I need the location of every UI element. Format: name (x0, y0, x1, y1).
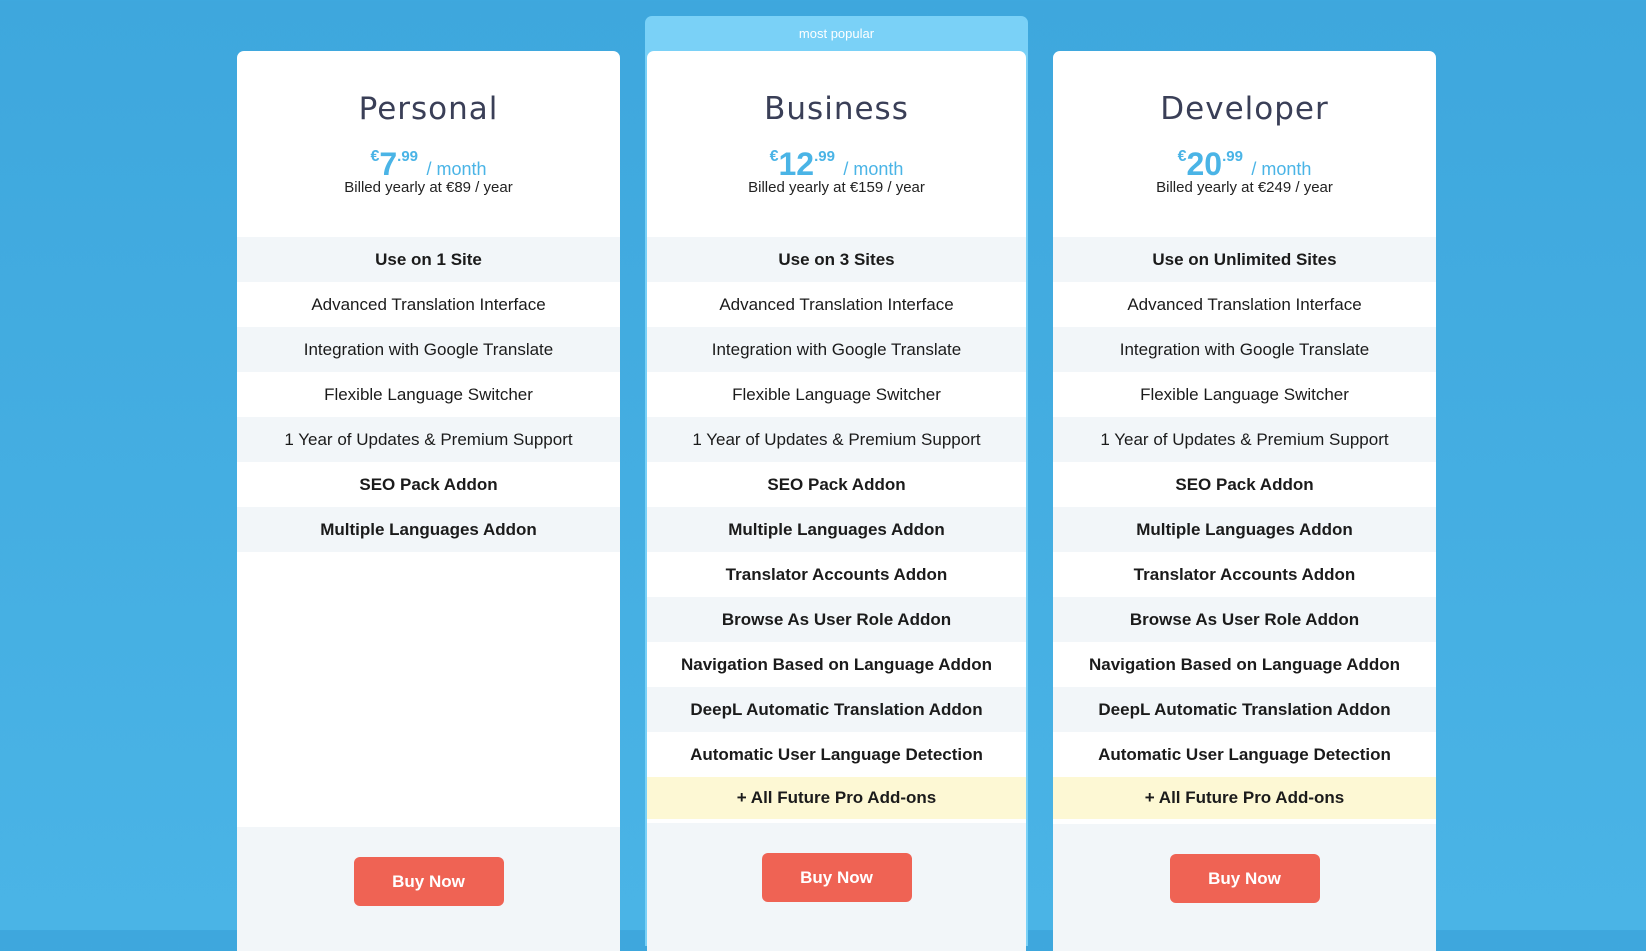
feature-row: Integration with Google Translate (237, 327, 620, 372)
feature-row: DeepL Automatic Translation Addon (1053, 687, 1436, 732)
feature-row: Use on Unlimited Sites (1053, 237, 1436, 282)
feature-row: Automatic User Language Detection (647, 732, 1026, 777)
plan-price: €12.99 / month (647, 137, 1026, 182)
card-footer: Buy Now (237, 827, 620, 951)
feature-row: Use on 1 Site (237, 237, 620, 282)
most-popular-wrapper: most popular Business €12.99 / month Bil… (645, 16, 1028, 951)
price-decimal: .99 (814, 148, 835, 165)
feature-row: SEO Pack Addon (1053, 462, 1436, 507)
plan-price: €20.99 / month (1053, 137, 1436, 182)
price-period: / month (1251, 159, 1312, 179)
feature-list: Use on Unlimited Sites Advanced Translati… (1053, 237, 1436, 819)
plan-name: Personal (358, 91, 499, 127)
feature-row: Advanced Translation Interface (1053, 282, 1436, 327)
price-period: / month (426, 159, 487, 179)
price-integer: 12 (778, 146, 815, 182)
buy-now-button[interactable]: Buy Now (353, 857, 504, 906)
feature-row: Flexible Language Switcher (1053, 372, 1436, 417)
feature-row: Navigation Based on Language Addon (1053, 642, 1436, 687)
pricing-card-developer: Developer €20.99 / month Billed yearly a… (1053, 51, 1436, 951)
feature-row: Navigation Based on Language Addon (647, 642, 1026, 687)
price-integer: 7 (379, 146, 398, 182)
card-header: Personal €7.99 / month Billed yearly at … (237, 51, 620, 237)
feature-row: Browse As User Role Addon (647, 597, 1026, 642)
buy-now-button[interactable]: Buy Now (761, 853, 912, 902)
feature-row: Multiple Languages Addon (647, 507, 1026, 552)
most-popular-badge: most popular (798, 26, 875, 41)
feature-row: Integration with Google Translate (647, 327, 1026, 372)
price-decimal: .99 (1222, 148, 1243, 165)
feature-row: SEO Pack Addon (237, 462, 620, 507)
pricing-card-business: Business €12.99 / month Billed yearly at… (647, 51, 1026, 951)
future-addons-row: + All Future Pro Add-ons (647, 777, 1026, 819)
buy-now-button[interactable]: Buy Now (1169, 854, 1320, 903)
feature-row: Flexible Language Switcher (237, 372, 620, 417)
feature-row: DeepL Automatic Translation Addon (647, 687, 1026, 732)
feature-row: Advanced Translation Interface (237, 282, 620, 327)
plan-name: Developer (1160, 91, 1329, 127)
card-footer: Buy Now (1053, 824, 1436, 951)
feature-list: Use on 1 Site Advanced Translation Interf… (237, 237, 620, 552)
feature-row: Translator Accounts Addon (1053, 552, 1436, 597)
price-period: / month (843, 159, 904, 179)
feature-row: Integration with Google Translate (1053, 327, 1436, 372)
feature-row: Advanced Translation Interface (647, 282, 1026, 327)
feature-row: Flexible Language Switcher (647, 372, 1026, 417)
plan-name: Business (764, 91, 909, 127)
feature-list: Use on 3 Sites Advanced Translation Inter… (647, 237, 1026, 819)
feature-row: Multiple Languages Addon (1053, 507, 1436, 552)
pricing-card-personal: Personal €7.99 / month Billed yearly at … (237, 51, 620, 951)
feature-row: Translator Accounts Addon (647, 552, 1026, 597)
feature-row: 1 Year of Updates & Premium Support (647, 417, 1026, 462)
card-header: Business €12.99 / month Billed yearly at… (647, 51, 1026, 237)
feature-row: 1 Year of Updates & Premium Support (1053, 417, 1436, 462)
feature-row: 1 Year of Updates & Premium Support (237, 417, 620, 462)
feature-row: Automatic User Language Detection (1053, 732, 1436, 777)
card-footer: Buy Now (647, 823, 1026, 951)
card-header: Developer €20.99 / month Billed yearly a… (1053, 51, 1436, 237)
feature-row: Use on 3 Sites (647, 237, 1026, 282)
billing-note: Billed yearly at €89 / year (344, 179, 513, 196)
billing-note: Billed yearly at €249 / year (1156, 179, 1333, 196)
billing-note: Billed yearly at €159 / year (748, 179, 925, 196)
feature-row: Browse As User Role Addon (1053, 597, 1436, 642)
feature-row: SEO Pack Addon (647, 462, 1026, 507)
plan-price: €7.99 / month (237, 137, 620, 182)
feature-row: Multiple Languages Addon (237, 507, 620, 552)
price-integer: 20 (1186, 146, 1223, 182)
future-addons-row: + All Future Pro Add-ons (1053, 777, 1436, 819)
price-decimal: .99 (397, 148, 419, 165)
